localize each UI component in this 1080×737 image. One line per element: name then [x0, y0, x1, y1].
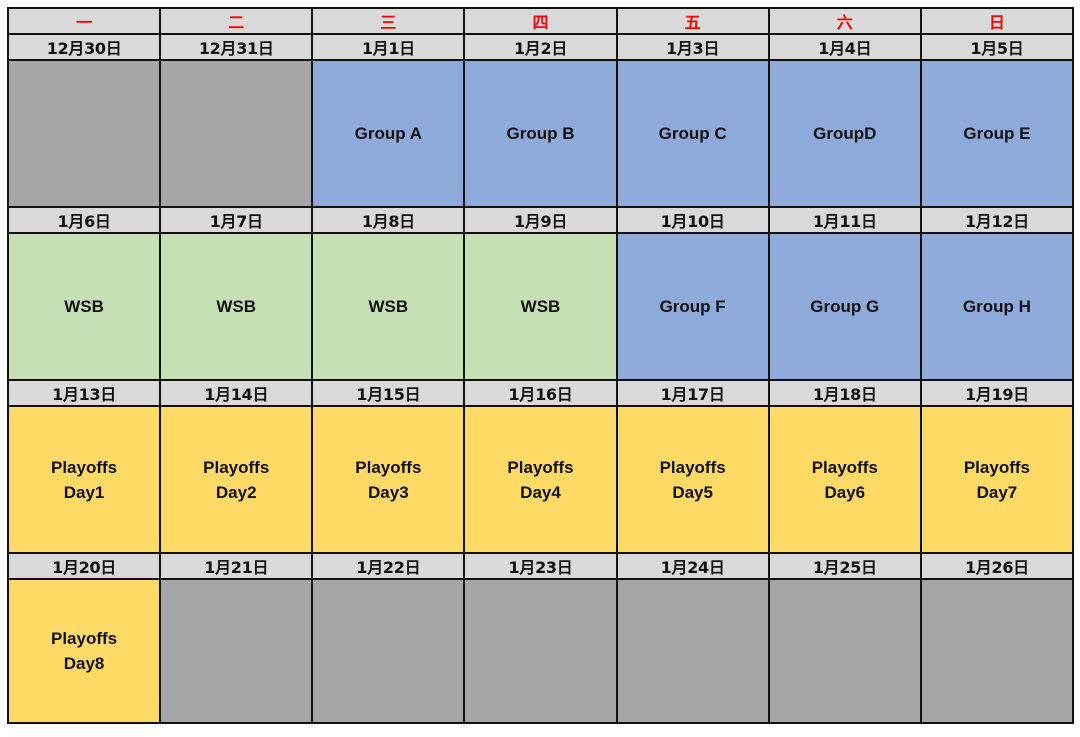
- event-label: WSB: [368, 297, 409, 316]
- event-label: Playoffs Day7: [963, 457, 1030, 502]
- weekday-header-thu: 四: [463, 7, 618, 35]
- date-cell: 1月15日: [311, 379, 466, 407]
- playoff-cell: Playoffs Day2: [159, 405, 314, 554]
- date-row-week-4: 1月20日 1月21日 1月22日 1月23日 1月24日 1月25日 1月26…: [6, 552, 1075, 580]
- event-label: Playoffs Day5: [659, 457, 726, 502]
- group-stage-cell: Group A: [311, 59, 466, 208]
- date-cell: 1月18日: [767, 379, 922, 407]
- date-cell: 1月1日: [311, 33, 466, 61]
- weekday-header-sun: 日: [919, 7, 1075, 35]
- date-cell: 1月16日: [463, 379, 618, 407]
- event-row-week-1: Group A Group B Group C GroupD Group E: [6, 59, 1075, 208]
- empty-day-cell: [159, 578, 314, 724]
- date-cell: 1月22日: [311, 552, 466, 580]
- date-cell: 1月6日: [6, 206, 162, 234]
- event-row-week-3: Playoffs Day1 Playoffs Day2 Playoffs Day…: [6, 405, 1075, 554]
- event-row-week-2: WSB WSB WSB WSB Group F Group G Group H: [6, 232, 1075, 381]
- event-label: Playoffs Day1: [51, 457, 118, 502]
- group-stage-cell: Group C: [615, 59, 770, 208]
- event-label: Playoffs Day2: [203, 457, 270, 502]
- event-row-week-4: Playoffs Day8: [6, 578, 1075, 724]
- date-cell: 1月19日: [919, 379, 1075, 407]
- date-cell: 12月31日: [159, 33, 314, 61]
- empty-day-cell: [615, 578, 770, 724]
- empty-day-cell: [6, 59, 162, 208]
- date-cell: 1月5日: [919, 33, 1075, 61]
- weekday-header-row: 一 二 三 四 五 六 日: [6, 7, 1075, 35]
- date-cell: 1月9日: [463, 206, 618, 234]
- event-label: Group A: [354, 124, 423, 143]
- date-cell: 1月14日: [159, 379, 314, 407]
- playoff-cell: Playoffs Day8: [6, 578, 162, 724]
- group-stage-cell: Group H: [919, 232, 1075, 381]
- date-cell: 1月7日: [159, 206, 314, 234]
- weekday-header-fri: 五: [615, 7, 770, 35]
- date-cell: 1月13日: [6, 379, 162, 407]
- group-stage-cell: Group B: [463, 59, 618, 208]
- empty-day-cell: [919, 578, 1075, 724]
- empty-day-cell: [159, 59, 314, 208]
- event-label: WSB: [216, 297, 257, 316]
- date-cell: 1月24日: [615, 552, 770, 580]
- group-stage-cell: Group G: [767, 232, 922, 381]
- date-cell: 1月23日: [463, 552, 618, 580]
- event-label: Playoffs Day4: [507, 457, 574, 502]
- wsb-cell: WSB: [6, 232, 162, 381]
- weekday-header-mon: 一: [6, 7, 162, 35]
- group-stage-cell: Group E: [919, 59, 1075, 208]
- date-row-week-2: 1月6日 1月7日 1月8日 1月9日 1月10日 1月11日 1月12日: [6, 206, 1075, 234]
- schedule-calendar: 一 二 三 四 五 六 日 12月30日 12月31日 1月1日 1月2日 1月…: [6, 7, 1075, 724]
- weekday-header-tue: 二: [159, 7, 314, 35]
- event-label: Group C: [658, 124, 727, 143]
- event-label: Group B: [506, 124, 575, 143]
- date-cell: 1月20日: [6, 552, 162, 580]
- event-label: Playoffs Day6: [811, 457, 878, 502]
- empty-day-cell: [463, 578, 618, 724]
- playoff-cell: Playoffs Day6: [767, 405, 922, 554]
- date-cell: 12月30日: [6, 33, 162, 61]
- date-cell: 1月3日: [615, 33, 770, 61]
- empty-day-cell: [767, 578, 922, 724]
- group-stage-cell: Group F: [615, 232, 770, 381]
- empty-day-cell: [311, 578, 466, 724]
- group-stage-cell: GroupD: [767, 59, 922, 208]
- date-row-week-1: 12月30日 12月31日 1月1日 1月2日 1月3日 1月4日 1月5日: [6, 33, 1075, 61]
- playoff-cell: Playoffs Day3: [311, 405, 466, 554]
- weekday-header-sat: 六: [767, 7, 922, 35]
- weekday-header-wed: 三: [311, 7, 466, 35]
- date-cell: 1月10日: [615, 206, 770, 234]
- wsb-cell: WSB: [159, 232, 314, 381]
- event-label: Group H: [962, 297, 1031, 316]
- date-cell: 1月12日: [919, 206, 1075, 234]
- date-cell: 1月21日: [159, 552, 314, 580]
- wsb-cell: WSB: [463, 232, 618, 381]
- event-label: Playoffs Day3: [355, 457, 422, 502]
- date-cell: 1月17日: [615, 379, 770, 407]
- date-cell: 1月25日: [767, 552, 922, 580]
- event-label: Playoffs Day8: [51, 629, 118, 673]
- event-label: Group F: [659, 297, 726, 316]
- playoff-cell: Playoffs Day5: [615, 405, 770, 554]
- date-row-week-3: 1月13日 1月14日 1月15日 1月16日 1月17日 1月18日 1月19…: [6, 379, 1075, 407]
- event-label: WSB: [64, 297, 104, 316]
- playoff-cell: Playoffs Day4: [463, 405, 618, 554]
- playoff-cell: Playoffs Day1: [6, 405, 162, 554]
- wsb-cell: WSB: [311, 232, 466, 381]
- date-cell: 1月8日: [311, 206, 466, 234]
- date-cell: 1月4日: [767, 33, 922, 61]
- date-cell: 1月2日: [463, 33, 618, 61]
- event-label: GroupD: [813, 124, 877, 143]
- date-cell: 1月26日: [919, 552, 1075, 580]
- playoff-cell: Playoffs Day7: [919, 405, 1075, 554]
- event-label: WSB: [520, 297, 561, 316]
- event-label: Group G: [810, 297, 880, 316]
- event-label: Group E: [963, 124, 1031, 143]
- date-cell: 1月11日: [767, 206, 922, 234]
